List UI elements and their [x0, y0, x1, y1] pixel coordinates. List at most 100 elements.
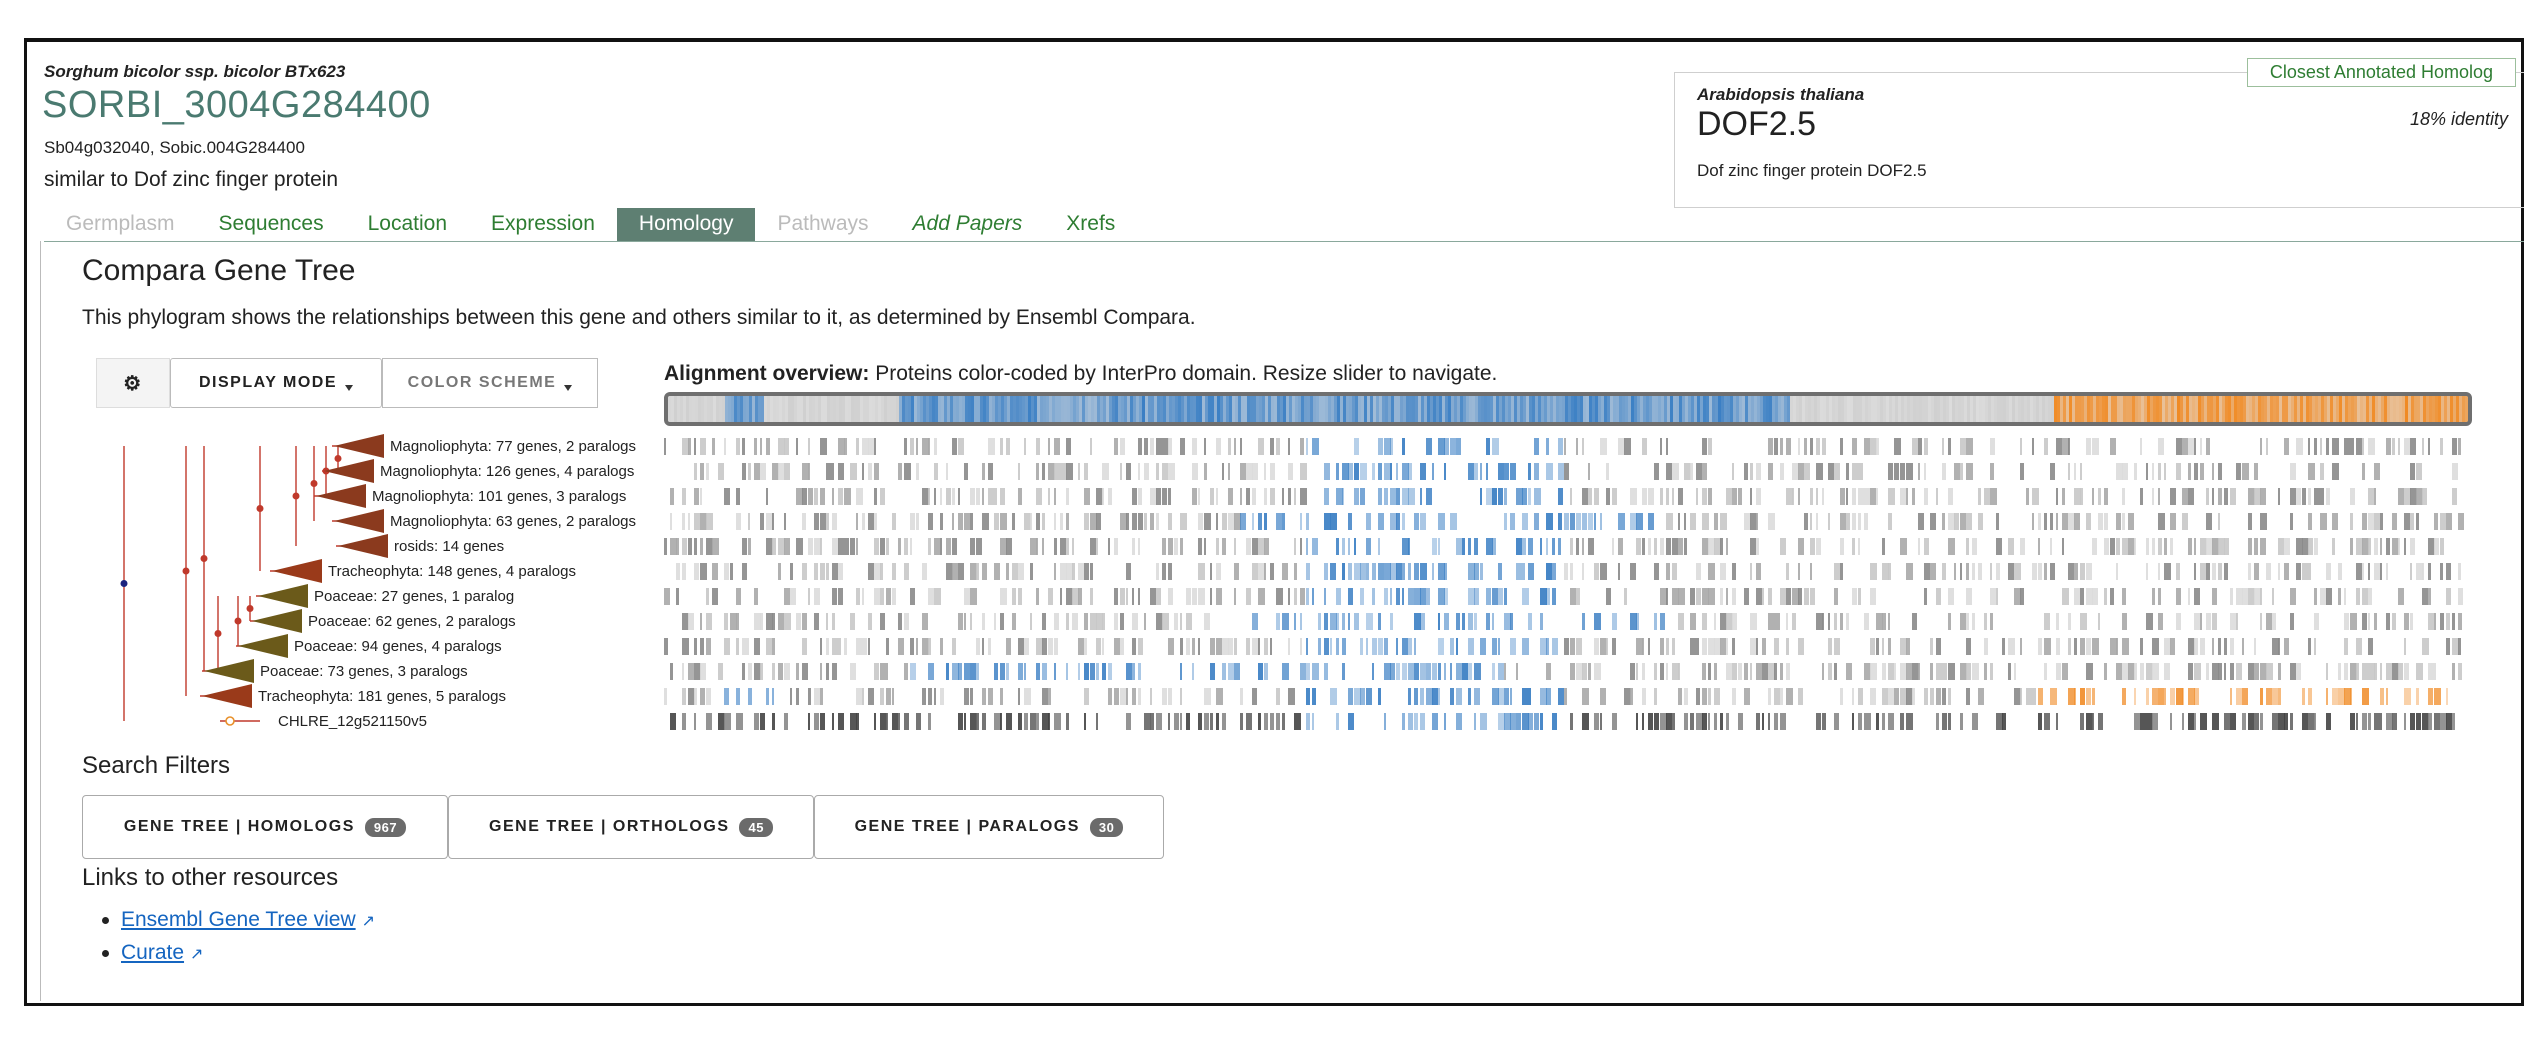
- closest-homolog-card[interactable]: Closest Annotated Homolog Arabidopsis th…: [1674, 58, 2524, 208]
- overview-segment: [1469, 396, 1472, 422]
- overview-segment: [1322, 396, 1325, 422]
- alignment-segment: [1336, 538, 1339, 555]
- alignment-segment: [982, 463, 985, 480]
- alignment-segment: [1720, 513, 1727, 530]
- ensembl-gene-tree-link[interactable]: Ensembl Gene Tree view: [121, 908, 356, 931]
- alignment-segment: [2440, 438, 2443, 455]
- alignment-segment: [760, 438, 762, 455]
- alignment-segment: [2206, 613, 2211, 630]
- alignment-segment: [1084, 638, 1087, 655]
- tab-add-papers[interactable]: Add Papers: [891, 208, 1045, 242]
- tree-node[interactable]: [292, 492, 300, 500]
- tree-node[interactable]: [246, 605, 254, 612]
- tree-node[interactable]: [310, 480, 318, 487]
- alignment-segment: [2062, 513, 2068, 530]
- clade-triangle[interactable]: [338, 534, 388, 558]
- clade-triangle[interactable]: [204, 659, 254, 683]
- alignment-segment: [2314, 638, 2316, 655]
- external-link-icon[interactable]: ↗: [190, 944, 203, 964]
- homolog-name[interactable]: DOF2.5: [1697, 105, 1816, 144]
- alignment-segment: [1966, 613, 1969, 630]
- overview-segment: [2186, 396, 2189, 422]
- alignment-segment: [1564, 688, 1567, 705]
- overview-segment: [1340, 396, 1343, 422]
- alignment-segment: [1432, 538, 1437, 555]
- alignment-segment: [1456, 538, 1462, 555]
- alignment-segment: [1888, 563, 1891, 580]
- display-mode-dropdown[interactable]: DISPLAY MODE: [170, 358, 382, 408]
- alignment-slider[interactable]: [664, 392, 2472, 426]
- alignment-segment: [1036, 663, 1040, 680]
- alignment-segment: [928, 488, 930, 505]
- tab-homology[interactable]: Homology: [616, 208, 756, 242]
- alignment-segment: [1294, 613, 1296, 630]
- alignment-segment: [1996, 713, 2003, 730]
- alignment-segment: [664, 688, 667, 705]
- alignment-segment: [1846, 463, 1849, 480]
- alignment-segment: [682, 513, 685, 530]
- tree-node[interactable]: [120, 580, 128, 587]
- alignment-segment: [2392, 613, 2396, 630]
- tab-location[interactable]: Location: [346, 208, 469, 242]
- overview-segment: [1598, 396, 1601, 422]
- alignment-segment: [1342, 488, 1344, 505]
- alignment-segment: [1390, 463, 1392, 480]
- alignment-segment: [2152, 588, 2155, 605]
- clade-triangle[interactable]: [316, 484, 366, 508]
- alignment-segment: [2404, 663, 2409, 680]
- overview-segment: [899, 396, 902, 422]
- orthologs-filter-button[interactable]: GENE TREE | ORTHOLOGS 45: [448, 795, 814, 859]
- overview-segment: [971, 396, 974, 422]
- clade-triangle[interactable]: [324, 459, 374, 483]
- alignment-segment: [1888, 488, 1895, 505]
- alignment-segment: [1234, 513, 1241, 530]
- alignment-segment: [2452, 713, 2455, 730]
- settings-button[interactable]: ⚙: [96, 358, 170, 408]
- tab-expression[interactable]: Expression: [469, 208, 617, 242]
- curate-link[interactable]: Curate: [121, 941, 184, 964]
- alignment-segment: [1192, 488, 1197, 505]
- alignment-segment: [982, 638, 984, 655]
- alignment-segment: [2428, 713, 2432, 730]
- alignment-segment: [1786, 488, 1793, 505]
- leaf-node[interactable]: [225, 716, 235, 726]
- tree-node[interactable]: [214, 630, 222, 637]
- alignment-segment: [874, 713, 876, 730]
- clade-triangle[interactable]: [334, 434, 384, 458]
- tab-xrefs[interactable]: Xrefs: [1044, 208, 1137, 242]
- alignment-segment: [934, 688, 936, 705]
- alignment-segment: [694, 688, 697, 705]
- alignment-segment: [2362, 663, 2368, 680]
- color-scheme-dropdown[interactable]: COLOR SCHEME: [382, 358, 598, 408]
- overview-segment: [1163, 396, 1166, 422]
- clade-triangle[interactable]: [334, 509, 384, 533]
- clade-triangle[interactable]: [238, 634, 288, 658]
- clade-triangle[interactable]: [272, 559, 322, 583]
- overview-segment: [944, 396, 947, 422]
- tree-node[interactable]: [256, 505, 264, 512]
- alignment-segment: [2188, 588, 2190, 605]
- tab-sequences[interactable]: Sequences: [197, 208, 346, 242]
- overview-segment: [2267, 396, 2270, 422]
- alignment-segment: [2392, 713, 2397, 730]
- alignment-segment: [994, 713, 1001, 730]
- tree-node[interactable]: [334, 455, 342, 462]
- tree-node[interactable]: [234, 617, 242, 625]
- alignment-segment: [1852, 463, 1858, 480]
- alignment-segment: [2086, 513, 2091, 530]
- paralogs-filter-button[interactable]: GENE TREE | PARALOGS 30: [814, 795, 1164, 859]
- homologs-filter-button[interactable]: GENE TREE | HOMOLOGS 967: [82, 795, 448, 859]
- alignment-segment: [2158, 438, 2164, 455]
- overview-segment: [1571, 396, 1574, 422]
- alignment-segment: [2218, 513, 2220, 530]
- clade-triangle[interactable]: [258, 584, 308, 608]
- clade-triangle[interactable]: [202, 684, 252, 708]
- alignment-segment: [1114, 588, 1118, 605]
- alignment-segment: [1084, 463, 1088, 480]
- alignment-segment: [1504, 488, 1507, 505]
- external-link-icon[interactable]: ↗: [362, 911, 375, 931]
- tree-node[interactable]: [182, 567, 190, 575]
- alignment-segment: [850, 663, 856, 680]
- clade-triangle[interactable]: [252, 609, 302, 633]
- tree-node[interactable]: [200, 555, 208, 562]
